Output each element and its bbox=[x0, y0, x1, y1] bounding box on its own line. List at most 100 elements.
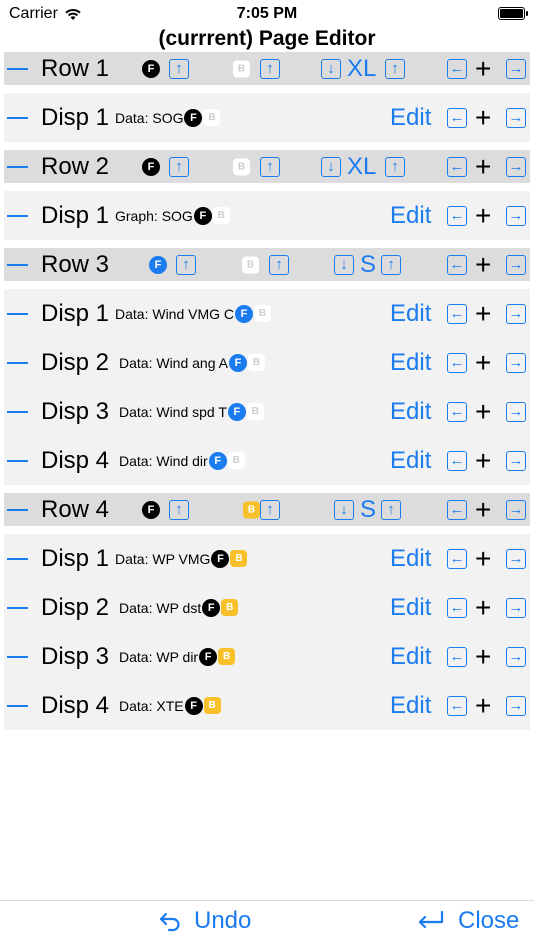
move-left-button[interactable]: ← bbox=[447, 499, 467, 520]
font-color-badge[interactable]: F bbox=[211, 549, 230, 568]
background-color-badge[interactable]: B bbox=[203, 697, 221, 714]
edit-button[interactable]: Edit bbox=[390, 202, 431, 230]
move-right-button[interactable]: → bbox=[506, 646, 526, 667]
add-button[interactable]: + bbox=[475, 54, 491, 83]
font-color-badge[interactable]: F bbox=[149, 255, 167, 274]
move-left-button[interactable]: ← bbox=[447, 107, 467, 128]
add-button[interactable]: + bbox=[475, 397, 491, 426]
delete-display-button[interactable] bbox=[7, 459, 28, 462]
edit-button[interactable]: Edit bbox=[390, 692, 431, 720]
font-color-badge[interactable]: F bbox=[142, 59, 160, 78]
background-color-badge[interactable]: B bbox=[203, 109, 221, 126]
delete-row-button[interactable] bbox=[7, 165, 28, 168]
delete-row-button[interactable] bbox=[7, 263, 28, 266]
background-color-badge[interactable]: B bbox=[227, 452, 245, 469]
background-color-badge[interactable]: B bbox=[242, 256, 259, 273]
background-color-badge[interactable]: B bbox=[221, 599, 239, 616]
add-button[interactable]: + bbox=[475, 103, 491, 132]
move-left-button[interactable]: ← bbox=[447, 646, 467, 667]
edit-button[interactable]: Edit bbox=[390, 545, 431, 573]
edit-button[interactable]: Edit bbox=[390, 349, 431, 377]
add-button[interactable]: + bbox=[475, 201, 491, 230]
background-color-badge[interactable]: B bbox=[218, 648, 236, 665]
move-left-button[interactable]: ← bbox=[447, 254, 467, 275]
edit-button[interactable]: Edit bbox=[390, 447, 431, 475]
size-down-button[interactable]: ↓ bbox=[321, 58, 341, 79]
move-font-up-button[interactable]: ↑ bbox=[169, 58, 189, 79]
move-left-button[interactable]: ← bbox=[447, 303, 467, 324]
font-color-badge[interactable]: F bbox=[184, 696, 203, 715]
edit-button[interactable]: Edit bbox=[390, 594, 431, 622]
background-color-badge[interactable]: B bbox=[230, 550, 248, 567]
background-color-badge[interactable]: B bbox=[247, 354, 265, 371]
delete-display-button[interactable] bbox=[7, 214, 28, 217]
move-left-button[interactable]: ← bbox=[447, 401, 467, 422]
move-right-button[interactable]: → bbox=[506, 548, 526, 569]
add-button[interactable]: + bbox=[475, 299, 491, 328]
move-right-button[interactable]: → bbox=[506, 597, 526, 618]
add-button[interactable]: + bbox=[475, 495, 491, 524]
delete-display-button[interactable] bbox=[7, 116, 28, 119]
move-left-button[interactable]: ← bbox=[447, 548, 467, 569]
delete-row-button[interactable] bbox=[7, 508, 28, 511]
add-button[interactable]: + bbox=[475, 593, 491, 622]
font-color-badge[interactable]: F bbox=[193, 206, 212, 225]
move-right-button[interactable]: → bbox=[506, 695, 526, 716]
move-bg-up-button[interactable]: ↑ bbox=[260, 499, 280, 520]
font-color-badge[interactable]: F bbox=[202, 598, 221, 617]
edit-button[interactable]: Edit bbox=[390, 300, 431, 328]
add-button[interactable]: + bbox=[475, 446, 491, 475]
font-color-badge[interactable]: F bbox=[199, 647, 218, 666]
delete-display-button[interactable] bbox=[7, 410, 28, 413]
move-bg-up-button[interactable]: ↑ bbox=[269, 254, 289, 275]
add-button[interactable]: + bbox=[475, 250, 491, 279]
move-left-button[interactable]: ← bbox=[447, 352, 467, 373]
edit-button[interactable]: Edit bbox=[390, 643, 431, 671]
move-left-button[interactable]: ← bbox=[447, 156, 467, 177]
add-button[interactable]: + bbox=[475, 691, 491, 720]
background-color-badge[interactable]: B bbox=[243, 501, 260, 518]
background-color-badge[interactable]: B bbox=[233, 158, 250, 175]
move-right-button[interactable]: → bbox=[506, 156, 526, 177]
move-left-button[interactable]: ← bbox=[447, 695, 467, 716]
move-bg-up-button[interactable]: ↑ bbox=[260, 156, 280, 177]
delete-display-button[interactable] bbox=[7, 606, 28, 609]
delete-row-button[interactable] bbox=[7, 67, 28, 70]
move-right-button[interactable]: → bbox=[506, 352, 526, 373]
close-button[interactable]: Close bbox=[416, 907, 519, 935]
font-color-badge[interactable]: F bbox=[228, 353, 247, 372]
move-right-button[interactable]: → bbox=[506, 254, 526, 275]
size-up-button[interactable]: ↑ bbox=[385, 156, 405, 177]
move-left-button[interactable]: ← bbox=[447, 205, 467, 226]
move-right-button[interactable]: → bbox=[506, 499, 526, 520]
delete-display-button[interactable] bbox=[7, 655, 28, 658]
add-button[interactable]: + bbox=[475, 348, 491, 377]
move-right-button[interactable]: → bbox=[506, 107, 526, 128]
size-down-button[interactable]: ↓ bbox=[321, 156, 341, 177]
delete-display-button[interactable] bbox=[7, 361, 28, 364]
background-color-badge[interactable]: B bbox=[233, 60, 250, 77]
font-color-badge[interactable]: F bbox=[142, 157, 160, 176]
size-up-button[interactable]: ↑ bbox=[381, 499, 401, 520]
move-right-button[interactable]: → bbox=[506, 58, 526, 79]
move-left-button[interactable]: ← bbox=[447, 450, 467, 471]
font-color-badge[interactable]: F bbox=[142, 500, 160, 519]
move-right-button[interactable]: → bbox=[506, 401, 526, 422]
edit-button[interactable]: Edit bbox=[390, 398, 431, 426]
move-right-button[interactable]: → bbox=[506, 303, 526, 324]
font-color-badge[interactable]: F bbox=[184, 108, 203, 127]
size-up-button[interactable]: ↑ bbox=[381, 254, 401, 275]
add-button[interactable]: + bbox=[475, 642, 491, 671]
size-down-button[interactable]: ↓ bbox=[334, 499, 354, 520]
size-down-button[interactable]: ↓ bbox=[334, 254, 354, 275]
move-left-button[interactable]: ← bbox=[447, 597, 467, 618]
delete-display-button[interactable] bbox=[7, 557, 28, 560]
move-font-up-button[interactable]: ↑ bbox=[169, 499, 189, 520]
delete-display-button[interactable] bbox=[7, 312, 28, 315]
move-bg-up-button[interactable]: ↑ bbox=[260, 58, 280, 79]
background-color-badge[interactable]: B bbox=[254, 305, 272, 322]
size-up-button[interactable]: ↑ bbox=[385, 58, 405, 79]
background-color-badge[interactable]: B bbox=[212, 207, 230, 224]
add-button[interactable]: + bbox=[475, 544, 491, 573]
move-left-button[interactable]: ← bbox=[447, 58, 467, 79]
